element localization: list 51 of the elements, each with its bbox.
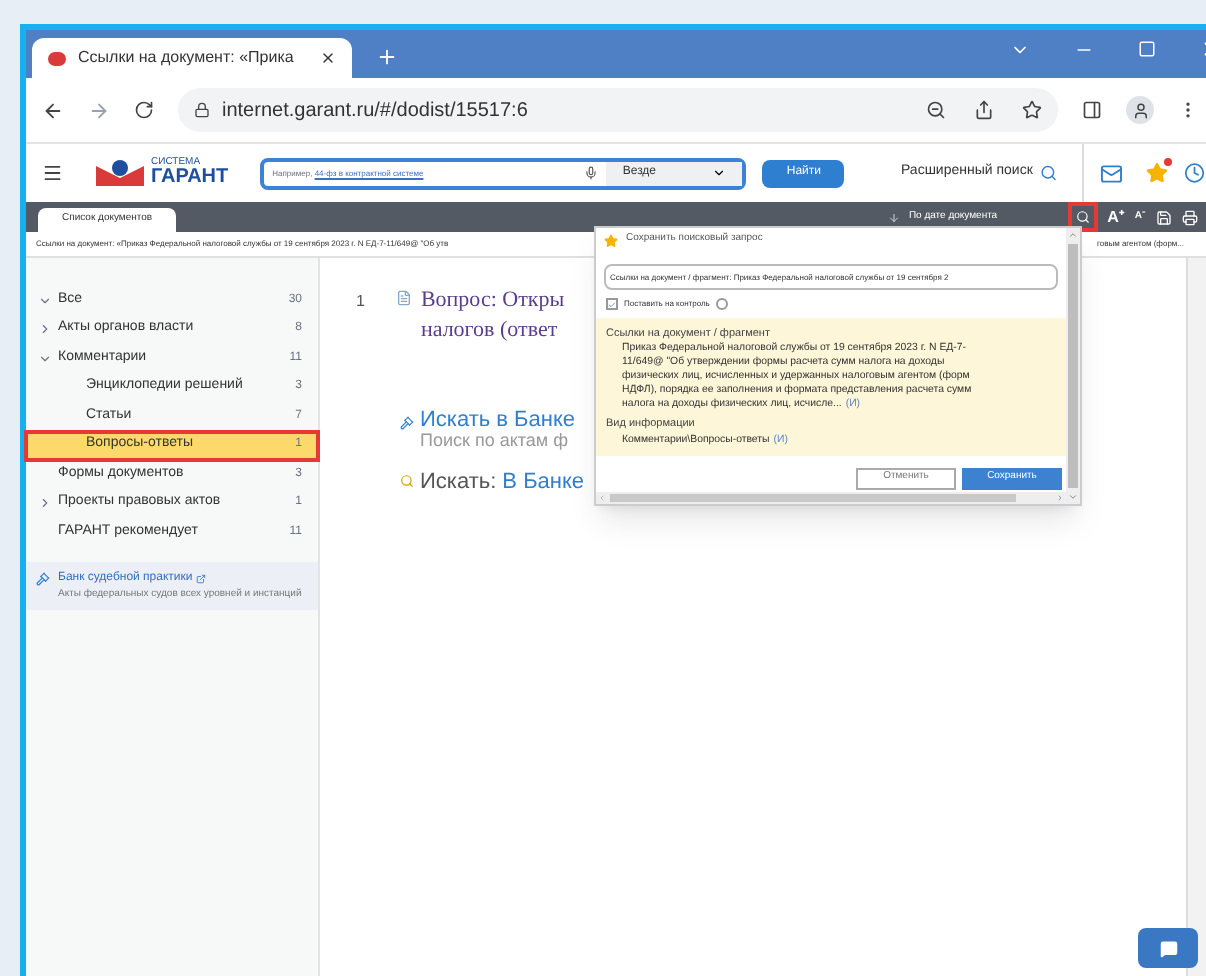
new-tab-icon[interactable] (376, 46, 398, 68)
garant-logo-icon (95, 160, 144, 186)
scroll-down-icon[interactable] (1068, 491, 1078, 502)
history-icon[interactable] (1184, 162, 1206, 184)
microphone-icon[interactable] (584, 166, 599, 180)
caret-icon (712, 166, 727, 180)
vertical-scrollbar[interactable] (1066, 228, 1080, 504)
bank-search-subtitle: Поиск по актам ф (420, 431, 570, 450)
sort-arrow-icon (888, 211, 901, 223)
horizontal-scrollbar[interactable] (596, 491, 1066, 504)
control-checkbox[interactable] (606, 298, 618, 310)
search-in-link[interactable]: В Банке (502, 465, 585, 499)
menu-icon[interactable] (42, 162, 64, 184)
mail-icon[interactable] (1100, 161, 1123, 185)
url-text: internet.garant.ru/#/dodist/15517:6 (222, 97, 530, 125)
chat-icon (1159, 939, 1177, 957)
browser-tab[interactable]: Ссылки на документ: «Прика (32, 38, 352, 78)
save-icon[interactable] (1156, 209, 1172, 225)
logo-text: ГАРАНТ (151, 168, 229, 188)
side-panel-icon[interactable] (1082, 100, 1102, 120)
search-in-label: Искать: (420, 467, 497, 498)
print-icon[interactable] (1182, 209, 1198, 225)
help-icon[interactable] (715, 298, 728, 310)
gavel-icon (400, 415, 414, 430)
advanced-search-icon[interactable] (1040, 164, 1059, 182)
bank-search-link[interactable]: Искать в Банке (420, 409, 576, 432)
back-icon[interactable] (42, 99, 64, 121)
result-number: 1 (356, 290, 365, 314)
reload-icon[interactable] (134, 100, 154, 120)
external-link-icon (196, 574, 207, 584)
search-icon (1075, 210, 1090, 224)
font-larger-button[interactable]: A⁺ (1107, 205, 1125, 229)
chat-button[interactable] (1138, 928, 1198, 968)
scroll-up-icon[interactable] (1068, 230, 1078, 240)
document-icon (396, 290, 413, 306)
site-logo-icon (48, 51, 66, 65)
bookmark-star-icon[interactable] (1022, 100, 1042, 120)
result-title-link[interactable]: Вопрос: Откры налогов (ответ (420, 286, 565, 346)
maximize-icon[interactable] (1138, 40, 1156, 58)
address-field[interactable]: internet.garant.ru/#/dodist/15517:6 (178, 88, 1058, 132)
zoom-icon[interactable] (926, 100, 946, 120)
profile-avatar-icon[interactable] (1126, 96, 1154, 124)
close-icon[interactable] (320, 50, 336, 66)
share-icon[interactable] (974, 100, 994, 120)
lock-icon (194, 102, 210, 118)
favorites-star-icon[interactable] (1146, 162, 1169, 184)
forward-icon[interactable] (88, 99, 110, 121)
search-icon (400, 474, 414, 489)
gavel-icon (36, 572, 50, 586)
star-icon (604, 233, 618, 247)
tab-title: Ссылки на документ: «Прика (78, 46, 296, 70)
